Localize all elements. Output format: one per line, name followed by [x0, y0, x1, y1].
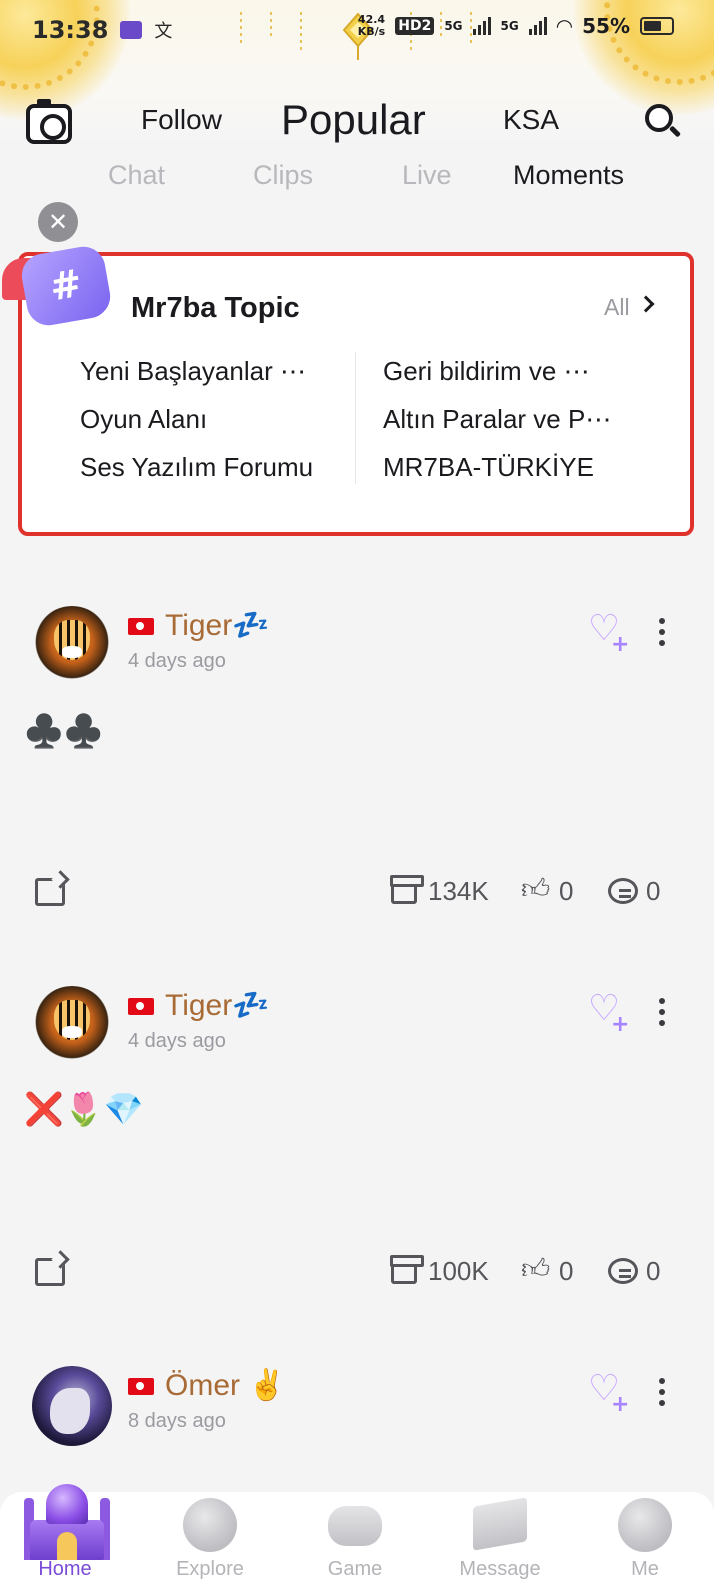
nav-label: Message [459, 1558, 541, 1580]
gift-count: 100K [428, 1256, 489, 1286]
nav-label: Me [631, 1558, 659, 1580]
signal-icon [528, 17, 547, 35]
battery-icon [640, 17, 674, 35]
heart-plus-icon[interactable]: ♡ + [585, 1371, 630, 1418]
explore-icon [183, 1498, 237, 1552]
gift-count: 134K [428, 876, 489, 906]
signal-icon [472, 17, 491, 35]
gift-icon[interactable] [390, 1255, 424, 1284]
topic-item[interactable]: Geri bildirim ve ⋯ [383, 356, 590, 387]
share-icon[interactable] [35, 878, 65, 906]
comment-icon[interactable] [608, 1258, 638, 1284]
topic-item[interactable]: Yeni Başlayanlar ⋯ [80, 356, 306, 387]
heart-plus-icon[interactable]: ♡ + [585, 611, 630, 658]
search-icon[interactable] [645, 104, 682, 140]
like-count: 0 [559, 876, 574, 906]
username[interactable]: Tiger💤 [165, 988, 270, 1023]
subtab-live[interactable]: Live [402, 160, 452, 191]
turkey-flag-icon [128, 998, 154, 1015]
tab-popular[interactable]: Popular [281, 96, 426, 144]
more-dots-icon[interactable] [659, 998, 667, 1028]
network-type-2: 5G [500, 19, 519, 33]
nav-message[interactable]: Message [445, 1492, 555, 1596]
comment-count: 0 [646, 1256, 661, 1286]
nav-me[interactable]: Me [590, 1492, 700, 1596]
battery-percent: 55% [582, 14, 630, 38]
topic-item[interactable]: Altın Paralar ve P⋯ [383, 404, 611, 435]
username[interactable]: Tiger💤 [165, 608, 270, 643]
hd-voice-badge: HD2 [395, 17, 435, 35]
wifi-icon: ◠ [556, 14, 573, 38]
topic-item[interactable]: Ses Yazılım Forumu [80, 452, 313, 483]
profile-icon [618, 1498, 672, 1552]
envelope-icon [473, 1497, 527, 1551]
app-notification-icon [120, 21, 143, 39]
gift-icon[interactable] [390, 875, 424, 904]
subtab-clips[interactable]: Clips [253, 160, 313, 191]
status-indicators: 42.4 KB/s HD2 5G 5G ◠ 55% [358, 14, 674, 38]
like-count: 0 [559, 1256, 574, 1286]
thumbs-up-icon[interactable]: 👍︎ [521, 1252, 550, 1286]
tab-ksa[interactable]: KSA [503, 104, 559, 136]
username[interactable]: Ömer ✌️ [165, 1368, 286, 1403]
hashtag-icon: # [2, 240, 114, 340]
topic-item[interactable]: Oyun Alanı [80, 404, 207, 435]
more-dots-icon[interactable] [659, 618, 667, 648]
post-time: 4 days ago [128, 1030, 226, 1052]
nav-explore[interactable]: Explore [155, 1492, 265, 1596]
comment-icon[interactable] [608, 878, 638, 904]
turkey-flag-icon [128, 1378, 154, 1395]
palace-home-icon[interactable] [24, 1478, 110, 1568]
heart-plus-icon[interactable]: ♡ + [585, 991, 630, 1038]
nav-label: Game [327, 1558, 383, 1580]
topic-all-link[interactable]: All [604, 294, 630, 321]
close-icon[interactable]: ✕ [38, 202, 78, 242]
topic-divider [355, 352, 356, 484]
avatar[interactable] [32, 986, 112, 1066]
subtab-chat[interactable]: Chat [108, 160, 165, 191]
post-content: ❌🌷💎 [24, 1090, 144, 1128]
avatar[interactable] [32, 606, 112, 686]
topic-title: Mr7ba Topic [131, 292, 300, 324]
nav-label: Explore [176, 1558, 244, 1580]
network-speed-unit: KB/s [357, 25, 386, 38]
network-type-1: 5G [444, 19, 463, 33]
status-time: 13:38 [32, 16, 109, 44]
share-icon[interactable] [35, 1258, 65, 1286]
post-time: 8 days ago [128, 1410, 226, 1432]
translate-icon: 文 [154, 21, 173, 42]
camera-icon[interactable] [26, 99, 72, 144]
tab-follow[interactable]: Follow [141, 104, 222, 136]
subtab-moments[interactable]: Moments [513, 160, 624, 191]
topic-card [18, 252, 694, 536]
comment-count: 0 [646, 876, 661, 906]
topic-item[interactable]: MR7BA-TÜRKİYE [383, 452, 594, 483]
gamepad-icon [328, 1506, 382, 1546]
post-time: 4 days ago [128, 650, 226, 672]
more-dots-icon[interactable] [659, 1378, 667, 1408]
turkey-flag-icon [128, 618, 154, 635]
post-content: ♣️♣️ [24, 712, 104, 750]
nav-game[interactable]: Game [300, 1492, 410, 1596]
thumbs-up-icon[interactable]: 👍︎ [521, 872, 550, 906]
network-speed: 42.4 KB/s [358, 14, 385, 38]
avatar[interactable] [32, 1366, 112, 1446]
